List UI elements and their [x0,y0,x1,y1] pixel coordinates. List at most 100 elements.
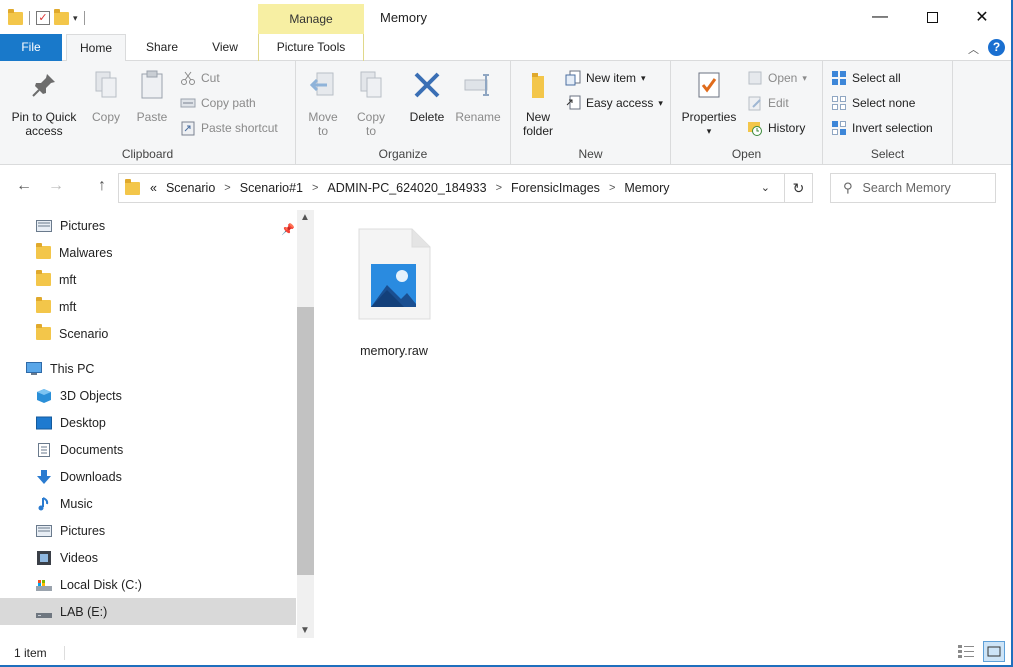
nav-item-mft-2[interactable]: mft [0,293,296,320]
nav-item-label: This PC [50,361,95,376]
breadcrumb-admin-pc[interactable]: ADMIN-PC_624020_184933 [327,181,486,195]
file-item-memory-raw[interactable]: memory.raw [354,226,434,358]
open-group-label: Open [731,147,762,161]
address-history-dropdown-icon[interactable]: ⌄ [761,181,770,194]
pin-to-quick-access-button[interactable]: Pin to Quick access [6,69,82,138]
back-arrow-icon[interactable]: ← [16,177,32,195]
copy-label: Copy [91,110,120,124]
downloads-icon [37,469,51,484]
new-item-button[interactable]: New item ▾ [565,68,646,88]
refresh-button[interactable]: ↻ [785,173,813,203]
easy-access-button[interactable]: Easy access ▾ [565,93,663,113]
status-bar: 1 item [0,638,1011,665]
tab-share[interactable]: Share [134,34,190,61]
properties-check-icon[interactable]: ✓ [36,11,50,25]
chevron-right-icon[interactable]: > [609,182,615,194]
collapse-ribbon-icon[interactable]: ︿ [968,41,979,57]
delete-button[interactable]: Delete [402,69,452,124]
nav-item-scenario[interactable]: Scenario [0,320,296,347]
help-icon[interactable]: ? [988,39,1005,56]
chevron-right-icon[interactable]: > [496,182,502,194]
new-folder-label: New [525,110,550,124]
breadcrumb-scenario-1[interactable]: Scenario#1 [240,181,303,195]
chevron-right-icon[interactable]: > [224,182,230,194]
search-box[interactable]: ⚲ Search Memory [830,173,996,203]
nav-item-videos[interactable]: Videos [0,544,296,571]
quick-access-toolbar: ✓ ▾ [8,8,87,28]
3d-objects-icon [37,388,51,403]
nav-item-malwares[interactable]: Malwares [0,239,296,266]
manage-contextual-tab[interactable]: Manage [258,4,364,34]
cut-button[interactable]: Cut [180,68,220,88]
file-list[interactable]: memory.raw [314,210,1011,638]
properties-icon [698,72,720,98]
nav-item-label: Local Disk (C:) [60,577,142,592]
copy-button[interactable]: Copy [86,69,126,124]
scroll-up-icon[interactable]: ▲ [300,212,310,223]
tab-picture-tools[interactable]: Picture Tools [258,34,364,61]
properties-button[interactable]: Properties ▾ [677,69,741,138]
paste-button[interactable]: Paste [132,69,172,124]
folder-icon[interactable] [8,8,23,25]
new-folder-label-2: folder [522,124,554,138]
paste-icon [141,70,163,99]
nav-item-lab-e[interactable]: LAB (E:) [0,598,296,625]
clipboard-group-label: Clipboard [121,147,174,161]
edit-button[interactable]: Edit [747,93,789,113]
new-folder-icon[interactable] [54,8,69,25]
nav-item-label: LAB (E:) [60,604,108,619]
open-label: Open [768,71,798,85]
chevron-right-icon[interactable]: > [312,182,318,194]
scrollbar-thumb[interactable] [297,307,314,575]
nav-item-pictures[interactable]: Pictures [0,517,296,544]
nav-item-label: mft [59,299,77,314]
local-disk-icon [36,579,52,591]
tab-view[interactable]: View [200,34,250,61]
breadcrumb-forensic-images[interactable]: ForensicImages [511,181,600,195]
tab-home[interactable]: Home [66,34,126,62]
up-arrow-icon[interactable]: ↑ [98,177,106,195]
copy-to-button[interactable]: Copy to [350,69,392,138]
customize-toolbar-icon[interactable]: ▾ [73,13,78,24]
nav-item-this-pc[interactable]: This PC [0,355,296,382]
folder-icon [125,178,140,195]
open-button[interactable]: Open ▾ [747,68,807,88]
pin-label: Pin to Quick [11,110,77,124]
move-to-button[interactable]: Move to [302,69,344,138]
open-icon [748,71,762,85]
nav-item-local-disk-c[interactable]: Local Disk (C:) [0,571,296,598]
forward-arrow-icon[interactable]: → [48,177,64,195]
nav-item-3d-objects[interactable]: 3D Objects [0,382,296,409]
nav-item-pictures-quick[interactable]: Pictures 📌 [0,212,296,239]
nav-item-desktop[interactable]: Desktop [0,409,296,436]
rename-button[interactable]: Rename [452,69,504,124]
large-icons-view-icon[interactable] [983,641,1005,662]
breadcrumb-memory[interactable]: Memory [624,181,669,195]
nav-item-mft[interactable]: mft [0,266,296,293]
nav-item-music[interactable]: Music [0,490,296,517]
nav-pane-scrollbar[interactable]: ▲ ▼ [297,210,314,638]
nav-item-documents[interactable]: Documents [0,436,296,463]
new-folder-button[interactable]: New folder [517,69,559,138]
open-dropdown-icon: ▾ [802,72,807,83]
history-label: History [768,121,806,135]
search-placeholder: Search Memory [862,181,951,195]
select-none-button[interactable]: Select none [831,93,915,113]
details-view-icon[interactable] [957,643,975,660]
pinned-icon[interactable]: 📌 [281,223,295,236]
maximize-button[interactable] [909,0,955,34]
breadcrumb-overflow[interactable]: « [150,181,157,195]
copy-path-button[interactable]: Copy path [180,93,256,113]
close-button[interactable]: ✕ [959,0,1005,34]
breadcrumb-scenario[interactable]: Scenario [166,181,215,195]
invert-selection-button[interactable]: Invert selection [831,118,933,138]
history-button[interactable]: History [747,118,805,138]
invert-selection-icon [832,121,846,135]
tab-file[interactable]: File [0,34,62,61]
nav-item-downloads[interactable]: Downloads [0,463,296,490]
minimize-button[interactable]: — [857,0,903,34]
paste-shortcut-button[interactable]: Paste shortcut [180,118,278,138]
select-all-button[interactable]: Select all [831,68,901,88]
address-bar[interactable]: « Scenario > Scenario#1 > ADMIN-PC_62402… [118,173,785,203]
scroll-down-icon[interactable]: ▼ [300,625,310,636]
